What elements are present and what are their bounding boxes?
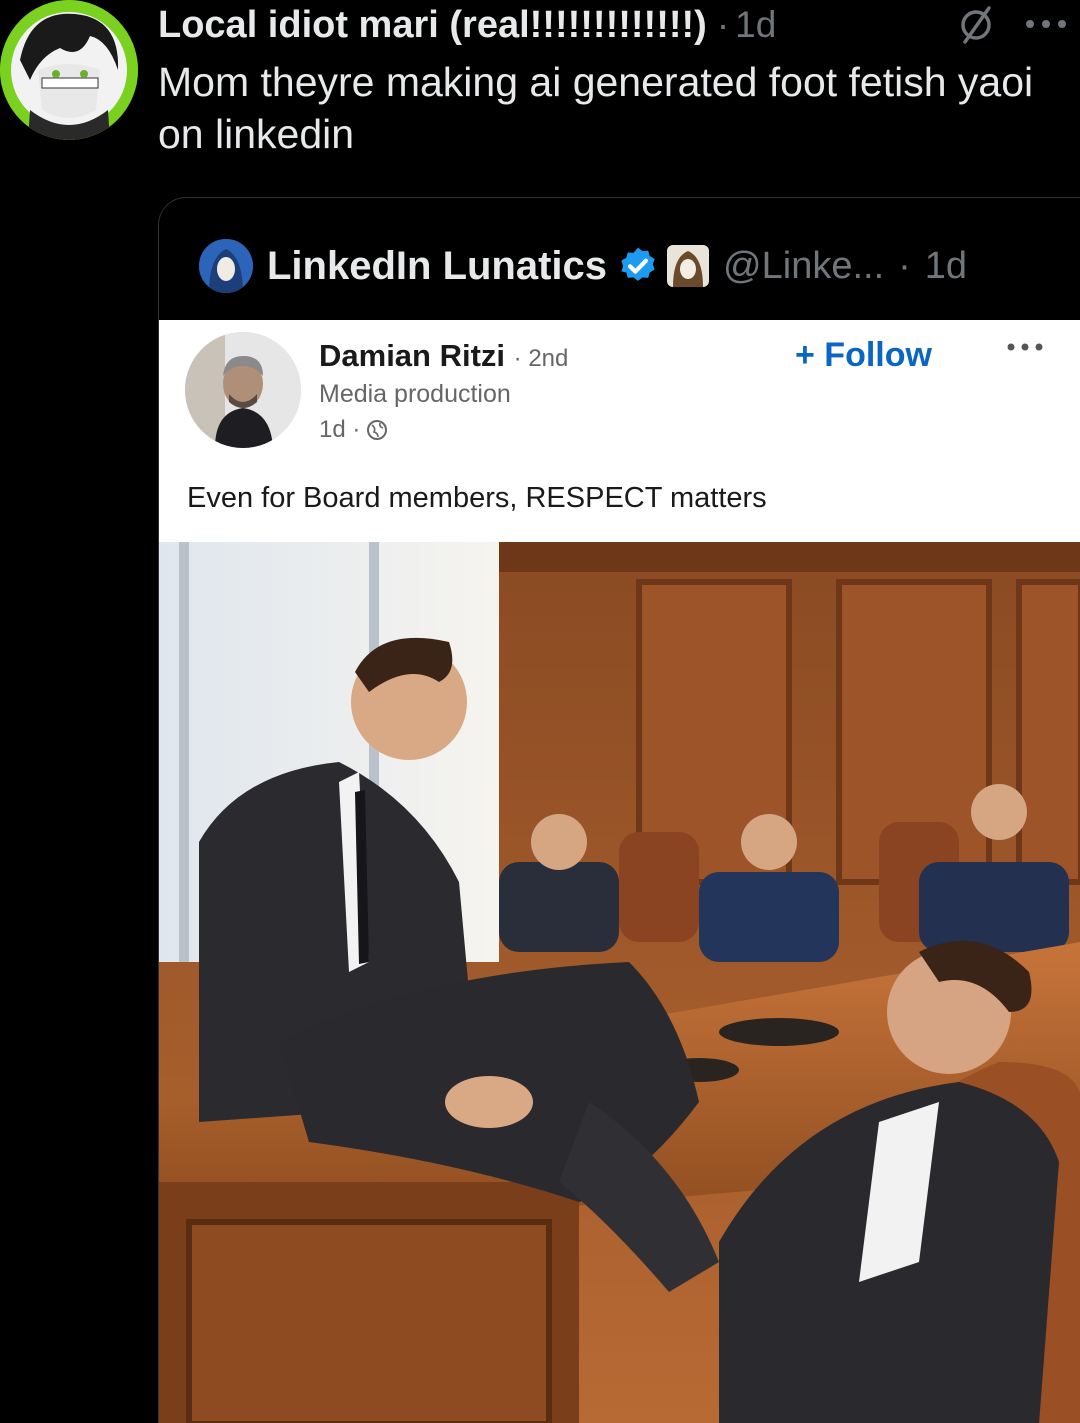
linkedin-headline: Media production [319, 380, 511, 408]
linkedin-post-body: Even for Board members, RESPECT matters [187, 482, 767, 514]
header-actions [956, 4, 1068, 44]
quote-avatar[interactable] [199, 239, 253, 293]
quote-timestamp[interactable]: 1d [925, 245, 967, 288]
header-separator: · [716, 4, 730, 45]
quote-header: LinkedIn Lunatics @Linke... · 1d [199, 236, 967, 296]
more-icon[interactable] [1024, 17, 1068, 31]
tweet-timestamp[interactable]: 1d [735, 4, 776, 46]
verified-badge-icon [621, 247, 655, 281]
linkedin-more-icon [1007, 343, 1043, 351]
quote-author-name[interactable]: LinkedIn Lunatics [267, 244, 607, 289]
grok-icon[interactable] [956, 4, 996, 44]
hooded-figure-icon [199, 239, 253, 293]
connection-degree: · 2nd [513, 345, 569, 372]
linkedin-post-age: 1d · [319, 416, 361, 443]
boardroom-photo [159, 542, 1080, 1423]
author-name[interactable]: Local idiot mari (real!!!!!!!!!!!!!) [158, 4, 707, 47]
linkedin-post-meta: 1d · [319, 416, 388, 444]
anime-avatar-icon [0, 0, 138, 140]
affiliate-badge-icon [667, 245, 710, 287]
portrait-photo-icon [185, 332, 301, 448]
quote-separator: · [898, 244, 911, 287]
tweet-text: Mom theyre making ai generated foot feti… [158, 59, 1034, 157]
quoted-tweet-card[interactable]: LinkedIn Lunatics @Linke... · 1d Damian … [158, 197, 1080, 1423]
tweet-header: Local idiot mari (real!!!!!!!!!!!!!) · 1… [158, 0, 1068, 50]
author-avatar[interactable] [0, 0, 138, 140]
tweet-page: Local idiot mari (real!!!!!!!!!!!!!) · 1… [0, 0, 1080, 1423]
follow-button: + Follow [795, 336, 932, 374]
globe-icon [367, 420, 388, 440]
linkedin-author-name: Damian Ritzi · 2nd [319, 338, 568, 374]
linkedin-author-name-text: Damian Ritzi [319, 338, 506, 373]
quote-handle[interactable]: @Linke... [723, 245, 884, 288]
linkedin-post: Damian Ritzi · 2nd Media production 1d ·… [159, 320, 1080, 542]
linkedin-author-avatar [185, 332, 301, 448]
post-image[interactable] [159, 542, 1080, 1423]
